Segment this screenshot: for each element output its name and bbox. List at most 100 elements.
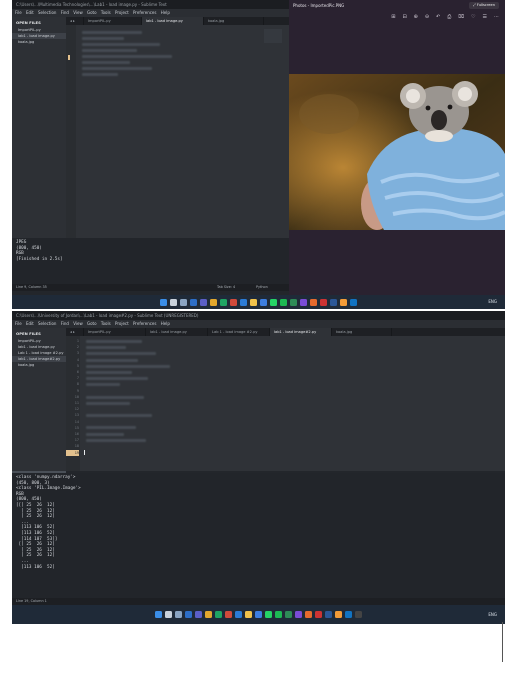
- zoom-in-icon[interactable]: ⊕: [414, 14, 418, 20]
- menu-tools[interactable]: Tools: [101, 10, 111, 15]
- tab-nav-arrows[interactable]: ◂ ▸: [66, 328, 84, 336]
- info-icon[interactable]: ☰: [483, 14, 487, 20]
- status-syntax[interactable]: Python: [256, 284, 268, 291]
- app-icon[interactable]: [320, 298, 327, 306]
- status-tab-size[interactable]: Tab Size: 4: [217, 284, 235, 291]
- compare-icon[interactable]: ⊟: [402, 14, 406, 20]
- language-indicator[interactable]: ENG: [488, 295, 497, 309]
- favorite-icon[interactable]: ♡: [471, 14, 475, 20]
- menu-find[interactable]: Find: [61, 321, 69, 326]
- photos-icon[interactable]: [255, 611, 262, 618]
- menu-find[interactable]: Find: [61, 10, 69, 15]
- terminal-icon[interactable]: [355, 611, 362, 618]
- zoom-out-icon[interactable]: ⊖: [425, 14, 429, 20]
- print-icon[interactable]: ⎙: [447, 14, 451, 20]
- explorer-icon[interactable]: [205, 611, 212, 618]
- tab-lab1[interactable]: lab1 - load image.py: [142, 17, 204, 25]
- tab-bar: ◂ ▸ ImportPIL.py lab1 - load image.py ko…: [66, 17, 289, 25]
- status-position: Line 9, Column 35: [16, 285, 47, 289]
- photos-icon[interactable]: [260, 298, 267, 306]
- menu-selection[interactable]: Selection: [38, 321, 56, 326]
- teams-icon[interactable]: [295, 611, 302, 618]
- window-title: C:\Users\...\University of Jordan\...\La…: [12, 311, 505, 320]
- misc-app-icon[interactable]: [340, 298, 347, 306]
- screenshot-bottom: C:\Users\...\University of Jordan\...\La…: [12, 311, 505, 624]
- menu-view[interactable]: View: [73, 321, 83, 326]
- spotify-icon[interactable]: [280, 298, 287, 306]
- chat-icon[interactable]: [200, 298, 207, 306]
- word-icon[interactable]: [330, 298, 337, 306]
- menu-edit[interactable]: Edit: [26, 10, 34, 15]
- office-icon[interactable]: [230, 298, 237, 306]
- task-view-icon[interactable]: [180, 298, 187, 306]
- menu-file[interactable]: File: [15, 10, 22, 15]
- more-icon[interactable]: ⋯: [494, 14, 499, 20]
- sidebar-item-koala[interactable]: koala.jpg: [12, 362, 66, 368]
- spotify-icon[interactable]: [275, 611, 282, 618]
- folder-icon[interactable]: [250, 298, 257, 306]
- sublime-icon[interactable]: [305, 611, 312, 618]
- status-position: Line 19, Column 1: [16, 599, 47, 603]
- menu-preferences[interactable]: Preferences: [133, 321, 157, 326]
- language-indicator[interactable]: ENG: [488, 605, 497, 624]
- tab-koala[interactable]: koala.jpg: [332, 328, 392, 336]
- folder-icon[interactable]: [245, 611, 252, 618]
- chat-icon[interactable]: [195, 611, 202, 618]
- whatsapp-icon[interactable]: [265, 611, 272, 618]
- tab-lab1-2[interactable]: Lab 1 - load image #2.py: [208, 328, 270, 336]
- tab-importpil[interactable]: ImportPIL.py: [84, 328, 146, 336]
- output-line: [Finished in 2.5s]: [16, 256, 63, 262]
- menu-file[interactable]: File: [15, 321, 22, 326]
- menu-view[interactable]: View: [73, 10, 83, 15]
- word-icon[interactable]: [325, 611, 332, 618]
- edge-icon[interactable]: [215, 611, 222, 618]
- edge-icon[interactable]: [220, 298, 227, 306]
- tab-nav-arrows[interactable]: ◂ ▸: [66, 17, 84, 25]
- outlook-icon[interactable]: [350, 298, 357, 306]
- code-editor[interactable]: [66, 25, 289, 238]
- menu-preferences[interactable]: Preferences: [133, 10, 157, 15]
- search-icon[interactable]: [165, 611, 172, 618]
- sidebar-item-koala[interactable]: koala.jpg: [12, 39, 66, 45]
- start-icon[interactable]: [155, 611, 162, 618]
- teams-icon[interactable]: [300, 298, 307, 306]
- sidebar: OPEN FILES ImportPIL.py lab1 - load imag…: [12, 328, 66, 471]
- tab-importpil[interactable]: ImportPIL.py: [84, 17, 142, 25]
- store-icon[interactable]: [240, 298, 247, 306]
- tab-koala[interactable]: koala.jpg: [204, 17, 264, 25]
- sublime-icon[interactable]: [310, 298, 317, 306]
- tab-lab1-image2[interactable]: lab1 - load image#2.py: [270, 328, 332, 336]
- zoom-fit-icon[interactable]: ⊞: [391, 14, 395, 20]
- menu-project[interactable]: Project: [115, 321, 129, 326]
- rotate-icon[interactable]: ↶: [436, 14, 440, 20]
- outlook-icon[interactable]: [345, 611, 352, 618]
- menu-help[interactable]: Help: [161, 321, 170, 326]
- start-icon[interactable]: [160, 298, 167, 306]
- menu-help[interactable]: Help: [161, 10, 170, 15]
- office-icon[interactable]: [225, 611, 232, 618]
- app-icon[interactable]: [315, 611, 322, 618]
- menu-goto[interactable]: Goto: [87, 10, 97, 15]
- excel-icon[interactable]: [290, 298, 297, 306]
- delete-icon[interactable]: ⌧: [458, 14, 464, 20]
- task-view-icon[interactable]: [175, 611, 182, 618]
- fullscreen-button[interactable]: ⤢ Fullscreen: [468, 2, 499, 9]
- code-editor[interactable]: 1 2 3 4 5 6 7 8 9 10 11 12 13 14 15 16 1…: [66, 336, 505, 471]
- menu-edit[interactable]: Edit: [26, 321, 34, 326]
- menu-tools[interactable]: Tools: [101, 321, 111, 326]
- menu-project[interactable]: Project: [115, 10, 129, 15]
- minimap[interactable]: [264, 29, 282, 43]
- store-icon[interactable]: [235, 611, 242, 618]
- menu-bar: File Edit Selection Find View Goto Tools…: [12, 9, 289, 17]
- excel-icon[interactable]: [285, 611, 292, 618]
- tab-lab1[interactable]: lab1 - load image.py: [146, 328, 208, 336]
- line-gutter: 1 2 3 4 5 6 7 8 9 10 11 12 13 14 15 16 1…: [66, 336, 80, 471]
- widgets-icon[interactable]: [185, 611, 192, 618]
- search-icon[interactable]: [170, 298, 177, 306]
- misc-app-icon[interactable]: [335, 611, 342, 618]
- menu-selection[interactable]: Selection: [38, 10, 56, 15]
- explorer-icon[interactable]: [210, 298, 217, 306]
- widgets-icon[interactable]: [190, 298, 197, 306]
- menu-goto[interactable]: Goto: [87, 321, 97, 326]
- whatsapp-icon[interactable]: [270, 298, 277, 306]
